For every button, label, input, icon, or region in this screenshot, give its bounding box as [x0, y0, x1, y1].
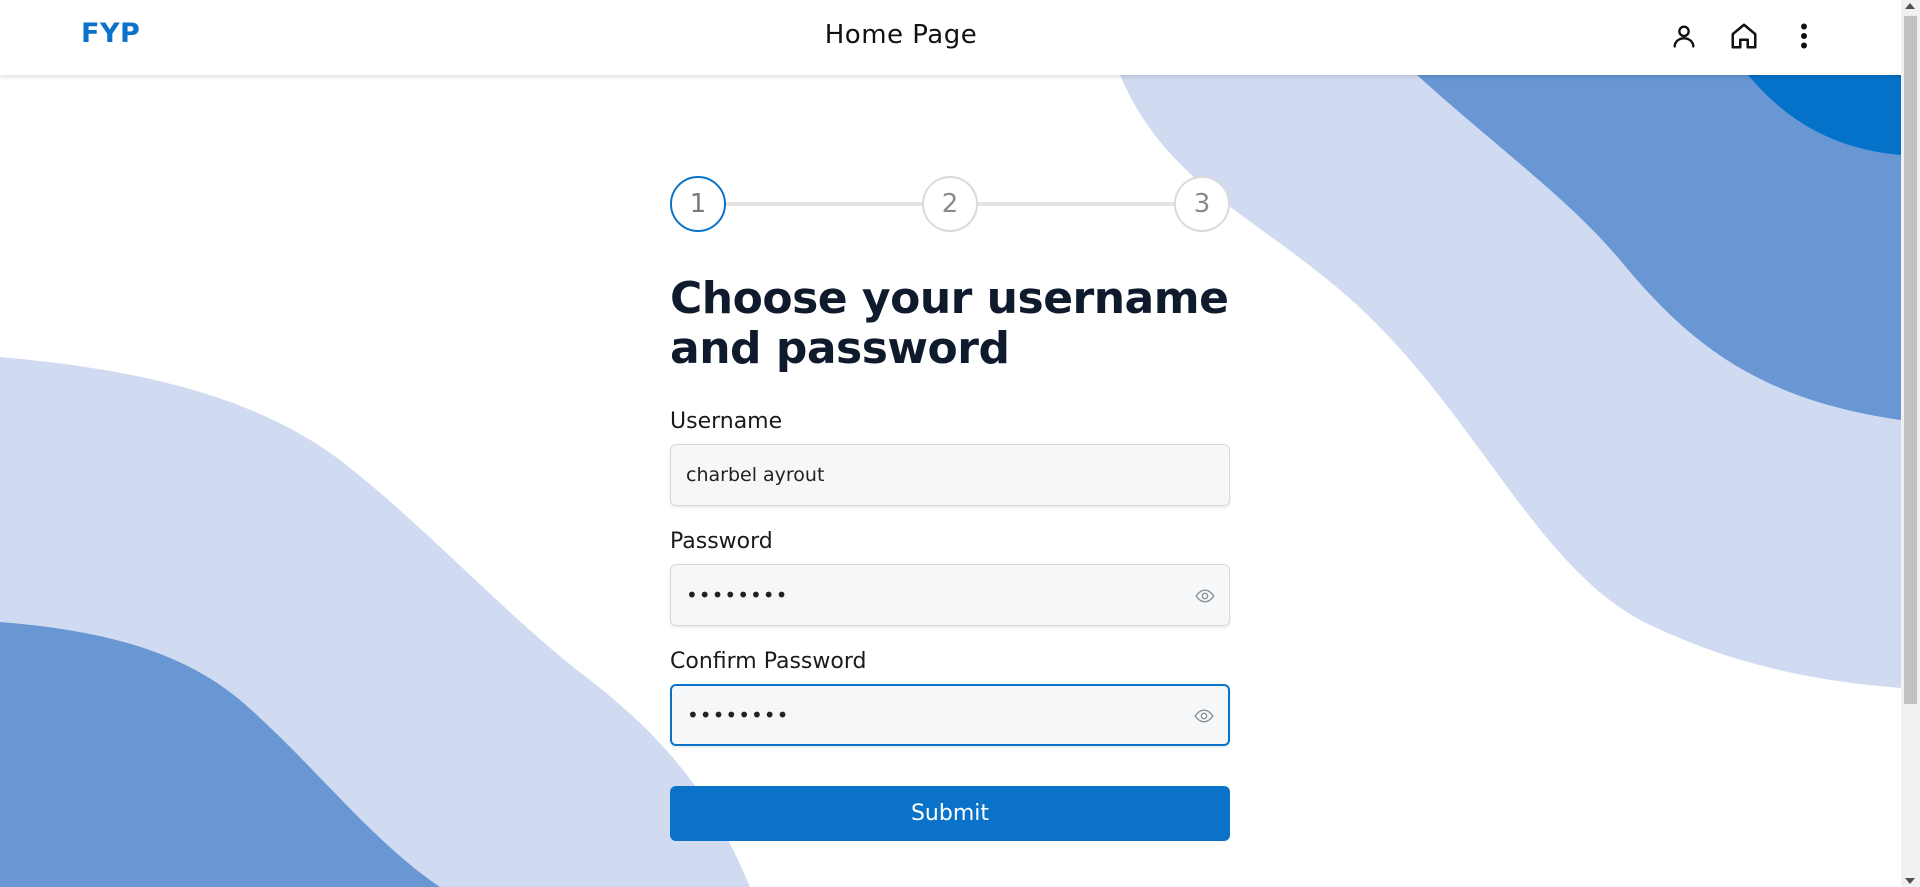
scroll-up-arrow-icon[interactable] [1905, 3, 1915, 9]
username-input[interactable] [686, 445, 1156, 505]
eye-icon[interactable] [1195, 586, 1215, 606]
confirm-password-field[interactable] [670, 684, 1230, 746]
form-heading: Choose your username and password [670, 273, 1229, 374]
step-3: 3 [1174, 176, 1230, 232]
scroll-down-arrow-icon[interactable] [1905, 878, 1915, 884]
step-1: 1 [670, 176, 726, 232]
confirm-password-label: Confirm Password [670, 649, 867, 674]
eye-icon[interactable] [1194, 706, 1214, 726]
username-field[interactable] [670, 444, 1230, 506]
confirm-password-input[interactable] [687, 686, 1157, 744]
scrollbar-thumb[interactable] [1904, 16, 1917, 704]
step-2: 2 [922, 176, 978, 232]
submit-button[interactable]: Submit [670, 786, 1230, 841]
scrollbar[interactable] [1901, 0, 1920, 887]
stepper: 1 2 3 [670, 176, 1230, 232]
username-label: Username [670, 409, 783, 434]
more-vertical-icon[interactable] [1786, 18, 1822, 54]
signup-form: 1 2 3 Choose your username and password … [670, 176, 1230, 841]
page-title: Home Page [824, 20, 978, 50]
user-icon[interactable] [1666, 18, 1702, 54]
page: FYP Home Page 1 2 3 Choose your username… [0, 0, 1920, 887]
password-field[interactable] [670, 564, 1230, 626]
step-connector [724, 202, 922, 206]
password-label: Password [670, 529, 773, 554]
step-connector [976, 202, 1174, 206]
top-app-bar: FYP Home Page [0, 0, 1901, 75]
password-input[interactable] [686, 565, 1156, 625]
home-icon[interactable] [1726, 18, 1762, 54]
